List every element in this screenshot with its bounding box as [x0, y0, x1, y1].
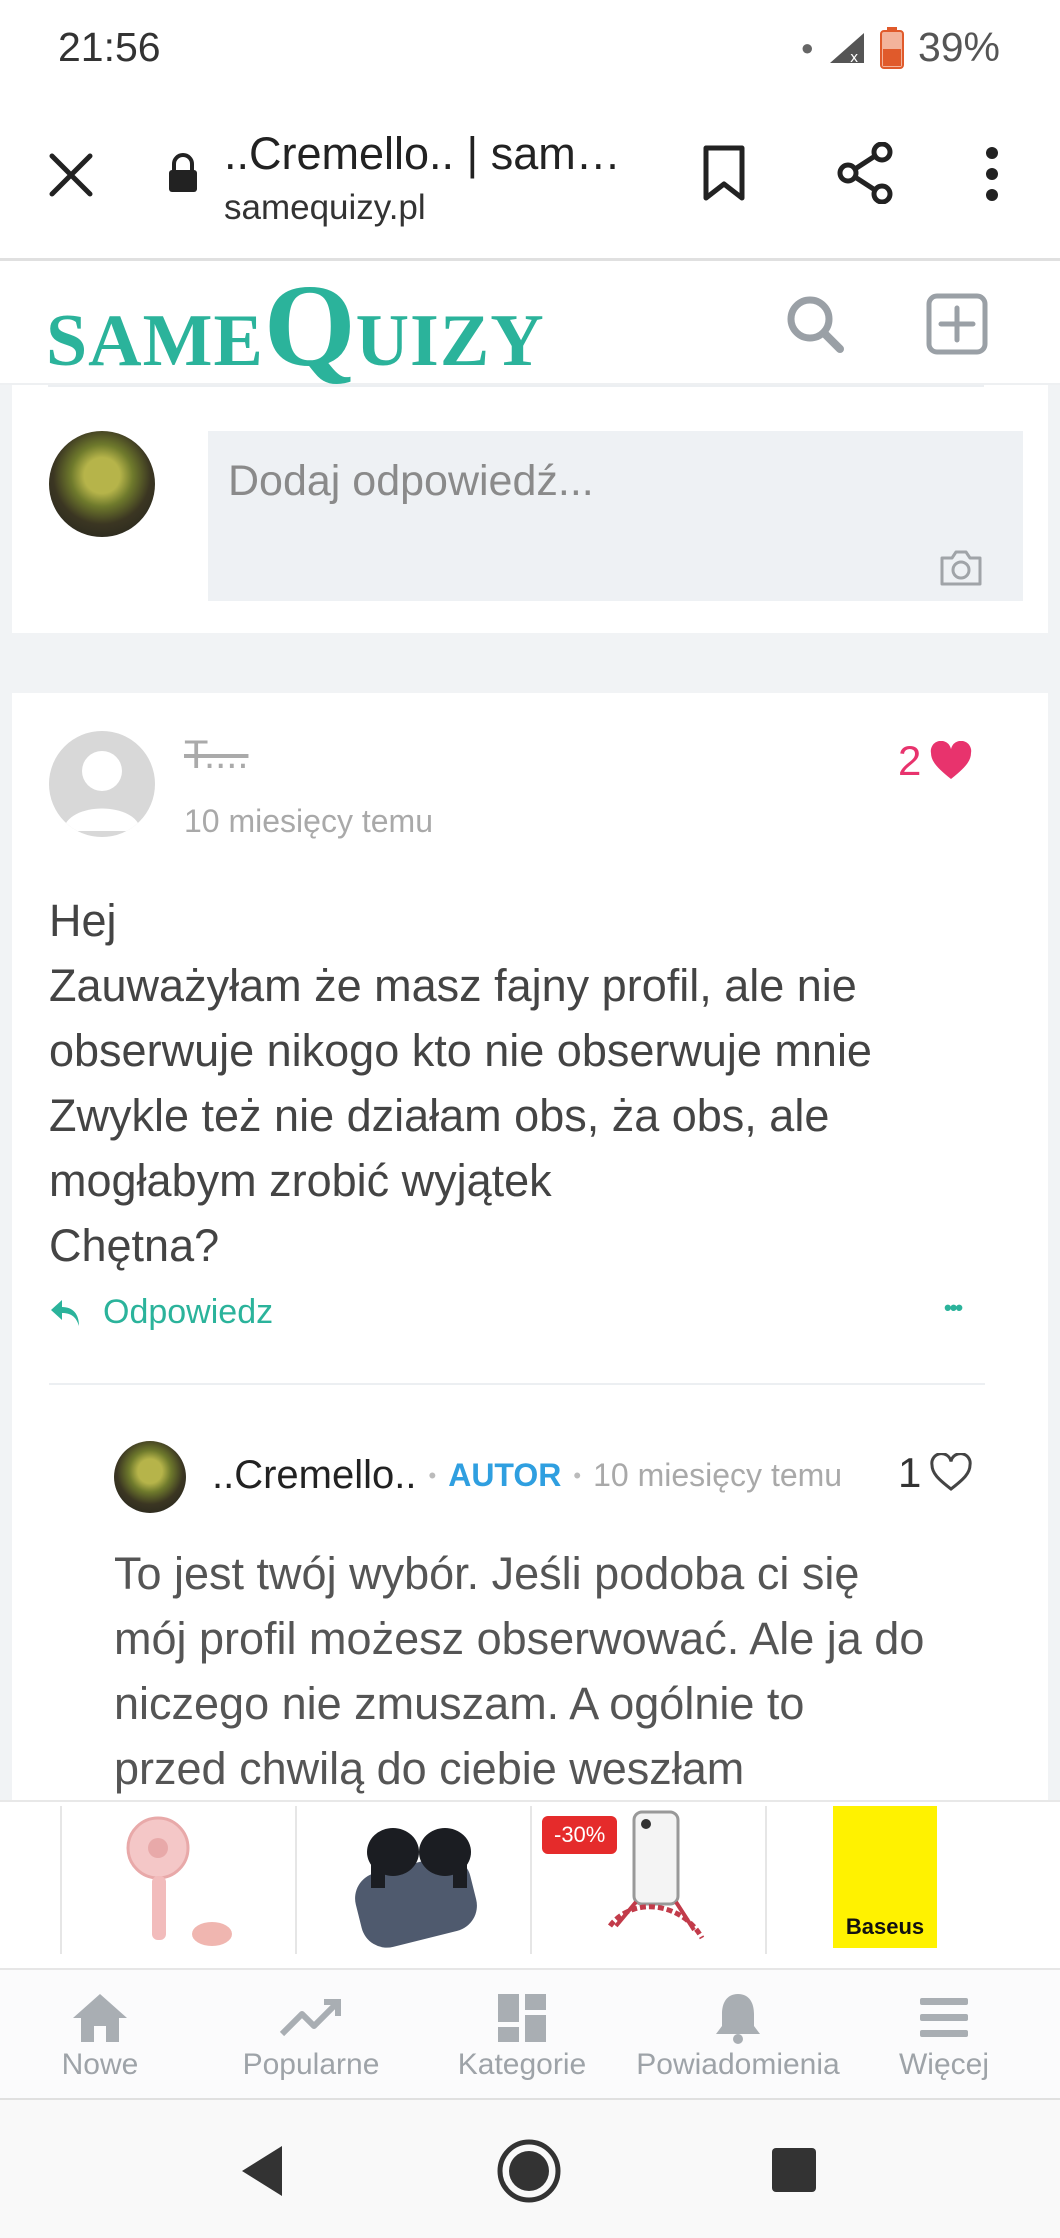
nav-label: Więcej — [898, 2048, 989, 2081]
discount-badge: -30% — [542, 1816, 618, 1854]
baseus-brand: Baseus — [845, 1914, 925, 1939]
home-button-icon[interactable] — [496, 2138, 562, 2204]
nav-item-nowe[interactable]: Nowe — [0, 1988, 200, 2082]
status-right: ● x 39% — [801, 24, 1000, 71]
comment-composer: Dodaj odpowiedź... — [12, 385, 1048, 633]
page-url[interactable]: samequizy.pl — [224, 188, 426, 228]
share-icon[interactable] — [836, 142, 896, 204]
status-bar: 21:56 ● x 39% — [0, 0, 1060, 100]
home-icon — [73, 1994, 127, 2042]
trending-icon — [280, 1999, 341, 2037]
nav-label: Powiadomienia — [636, 2048, 840, 2081]
search-icon[interactable] — [784, 293, 846, 355]
bookmark-icon[interactable] — [702, 144, 746, 202]
grid-icon — [498, 1994, 546, 2042]
ad-baseus-logo[interactable]: Baseus — [765, 1806, 999, 1954]
dot-icon: ● — [800, 34, 814, 60]
nav-item-wiecej[interactable]: Więcej — [844, 1988, 1044, 2082]
reply-line: To jest twój wybór. Jeśli podoba ci się — [114, 1548, 860, 1599]
reply-likes[interactable]: 1 — [898, 1449, 973, 1497]
author-badge: AUTOR — [448, 1457, 562, 1493]
comment-placeholder: Dodaj odpowiedź... — [228, 457, 594, 505]
comment-input[interactable]: Dodaj odpowiedź... — [208, 431, 1023, 601]
nav-label: Nowe — [61, 2048, 139, 2081]
heart-filled-icon[interactable] — [929, 741, 973, 781]
user-avatar[interactable] — [49, 431, 155, 537]
ad-banner[interactable]: -30% Baseus — [0, 1800, 1060, 1970]
comment-likes[interactable]: 2 — [898, 737, 973, 785]
status-time: 21:56 — [58, 24, 161, 70]
page-title[interactable]: ..Cremello.. | sam… — [224, 128, 621, 180]
camera-icon[interactable] — [939, 549, 983, 587]
reply-line: niczego nie zmuszam. A ogólnie to — [114, 1678, 805, 1729]
close-icon[interactable] — [48, 152, 94, 198]
battery-percent: 39% — [917, 24, 1000, 70]
add-quiz-icon[interactable] — [926, 293, 988, 355]
android-navigation-bar — [0, 2100, 1060, 2238]
bell-icon — [716, 1994, 760, 2044]
nav-label: Popularne — [242, 2048, 380, 2081]
comment-line: mogłabym zrobić wyjątek — [49, 1155, 552, 1206]
separator-dot: • — [573, 1462, 582, 1488]
reply-line: mój profil możesz obserwować. Ale ja do — [114, 1613, 925, 1664]
comment-like-count: 2 — [898, 737, 922, 784]
reply-author-avatar[interactable] — [114, 1441, 186, 1513]
comment-line: Chętna? — [49, 1220, 220, 1271]
svg-text:x: x — [850, 50, 858, 65]
more-vert-icon[interactable] — [984, 146, 1000, 202]
reply-label: Odpowiedz — [103, 1293, 274, 1331]
nav-item-popularne[interactable]: Popularne — [211, 1988, 411, 2082]
samequizy-logo[interactable]: SAMEQUIZY — [46, 267, 545, 385]
browser-toolbar: ..Cremello.. | sam… samequizy.pl — [0, 100, 1060, 261]
reply-button[interactable]: Odpowiedz — [49, 1293, 273, 1332]
battery-icon — [879, 26, 904, 69]
comment-line: Zwykle też nie działam obs, ża obs, ale — [49, 1090, 830, 1141]
comment-time: 10 miesięcy temu — [184, 803, 433, 839]
reply-body: To jest twój wybór. Jeśli podoba ci się … — [114, 1541, 924, 1800]
reply-author[interactable]: ..Cremello.. — [212, 1453, 417, 1498]
comment-line: Hej — [49, 895, 117, 946]
nav-label: Kategorie — [457, 2048, 587, 2081]
default-avatar-icon[interactable] — [49, 731, 155, 837]
back-icon[interactable] — [238, 2144, 286, 2198]
more-options-icon[interactable]: ••• — [944, 1295, 963, 1321]
comment-line: Zauważyłam że masz fajny profil, ale nie — [49, 960, 857, 1011]
ad-fan-product[interactable] — [60, 1806, 294, 1954]
comment-author[interactable]: T.... — [184, 733, 248, 778]
comment-body: Hej Zauważyłam że masz fajny profil, ale… — [49, 888, 872, 1278]
separator-dot: • — [428, 1462, 437, 1488]
reply-meta: ..Cremello.. • AUTOR • 10 miesięcy temu — [212, 1453, 842, 1498]
reply-line: przed chwilą do ciebie weszłam — [114, 1743, 745, 1794]
site-header: SAMEQUIZY — [0, 261, 1060, 385]
ad-phone-case-product[interactable]: -30% — [530, 1806, 764, 1954]
nav-item-powiadomienia[interactable]: Powiadomienia — [633, 1988, 843, 2082]
reply-time: 10 miesięcy temu — [593, 1457, 843, 1493]
ad-earbuds-product[interactable] — [295, 1806, 529, 1954]
earbuds-image — [355, 1828, 477, 1948]
recents-icon[interactable] — [770, 2146, 818, 2194]
divider — [49, 1383, 985, 1385]
menu-icon — [920, 1998, 968, 2037]
lock-icon[interactable] — [166, 152, 200, 194]
handheld-fan-image — [126, 1816, 232, 1946]
reply-icon — [51, 1299, 79, 1326]
heart-outline-icon[interactable] — [929, 1453, 973, 1493]
reply-like-count: 1 — [898, 1449, 922, 1496]
comment-card: T.... 10 miesięcy temu 2 Hej Zauważyłam … — [12, 693, 1048, 1800]
page-content: Dodaj odpowiedź... T.... 10 miesięcy tem… — [0, 385, 1060, 1800]
bottom-navigation: Nowe Popularne Kategorie Powiadomienia W… — [0, 1968, 1060, 2102]
comment-line: obserwuje nikogo kto nie obserwuje mnie — [49, 1025, 872, 1076]
nav-item-kategorie[interactable]: Kategorie — [422, 1988, 622, 2082]
signal-icon: x — [829, 32, 864, 65]
